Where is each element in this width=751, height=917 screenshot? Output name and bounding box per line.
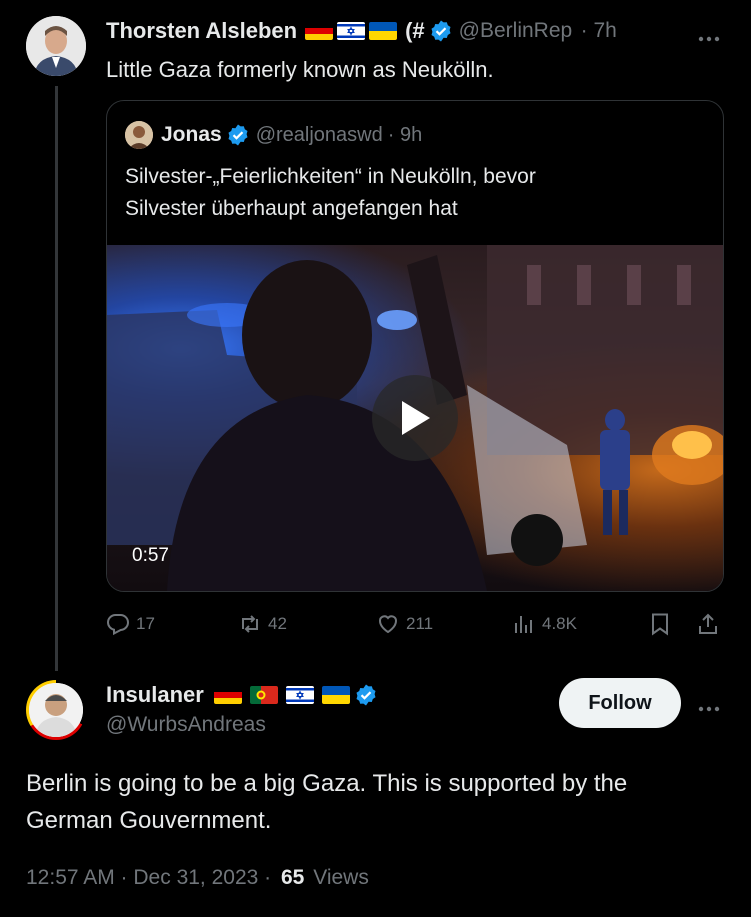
main-author-handle[interactable]: @WurbsAndreas [106,713,266,737]
portugal-flag-icon [249,686,278,704]
repost-icon [242,615,258,633]
like-count: 211 [406,614,434,633]
like-button[interactable]: 211 [376,612,433,636]
ukraine-flag-icon [369,22,398,40]
quoted-tweet-card[interactable]: Jonas @realjonaswd · 9h Silvester-„Feier… [106,100,724,592]
ukraine-flag-icon [321,686,350,704]
verified-badge-icon [429,19,453,43]
quoted-author-handle[interactable]: @realjonaswd [256,124,383,147]
verified-badge-icon [226,123,250,147]
quoted-text-line-1: Silvester-„Feierlichkeiten“ in Neukölln,… [125,165,536,188]
quoted-tweet-header: Jonas @realjonaswd · 9h [125,121,422,149]
main-author-name[interactable]: Insulaner [106,682,204,708]
author-handle[interactable]: @BerlinRep [459,19,577,43]
views-label: Views [313,866,369,889]
germany-flag-icon [213,686,242,704]
video-duration: 0:57 [132,545,169,566]
israel-flag-icon [285,686,314,704]
quoted-tweet-time: · 9h [387,123,423,146]
parent-tweet-header: Thorsten Alsleben (# @BerlinRep · 7h [106,18,617,44]
main-tweet-header: Insulaner [106,682,378,708]
bookmark-button[interactable] [648,612,678,636]
repost-count: 42 [268,614,287,633]
parent-tweet-text: Little Gaza formerly known as Neukölln. [106,57,494,82]
main-text-line-2: German Gouvernment. [26,807,272,834]
tweet-actions: 17 42 211 4.8K [106,612,724,642]
tweet-timestamp[interactable]: 12:57 AM · Dec 31, 2023 · [26,866,271,889]
analytics-icon [515,616,532,633]
author-name[interactable]: Thorsten Alsleben [106,18,297,44]
reply-icon [106,614,130,636]
quoted-tweet-text: Silvester-„Feierlichkeiten“ in Neukölln,… [125,161,536,225]
play-button[interactable] [372,375,458,461]
share-icon [699,613,717,634]
main-text-line-1: Berlin is going to be a big Gaza. This i… [26,770,628,797]
verified-badge-icon [354,683,378,707]
more-icon[interactable] [697,700,721,712]
author-name-suffix: (# [405,18,425,43]
reply-button[interactable]: 17 [106,612,155,636]
avatar-insulaner[interactable] [26,680,86,740]
avatar-thorsten[interactable] [26,16,86,76]
tweet-meta: 12:57 AM · Dec 31, 2023 · 65 Views [26,866,369,890]
share-button[interactable] [696,612,726,636]
views-count: 65 [280,866,305,889]
views-button[interactable]: 4.8K [512,612,577,636]
bookmark-icon [652,613,668,636]
reply-count: 17 [136,614,155,633]
quoted-author-name[interactable]: Jonas [161,123,222,147]
quoted-text-line-2: Silvester überhaupt angefangen hat [125,197,458,220]
avatar-jonas[interactable] [125,121,153,149]
germany-flag-icon [305,22,334,40]
israel-flag-icon [337,22,366,40]
tweet-time[interactable]: · 7h [581,19,617,43]
main-tweet-text: Berlin is going to be a big Gaza. This i… [26,765,627,839]
view-count: 4.8K [542,614,577,633]
more-icon[interactable] [697,30,721,42]
video-player[interactable]: 0:57 [107,245,723,591]
like-icon [379,615,397,634]
repost-button[interactable]: 42 [238,612,287,636]
follow-button[interactable]: Follow [559,678,681,728]
play-icon [402,401,430,435]
thread-line [55,86,58,671]
